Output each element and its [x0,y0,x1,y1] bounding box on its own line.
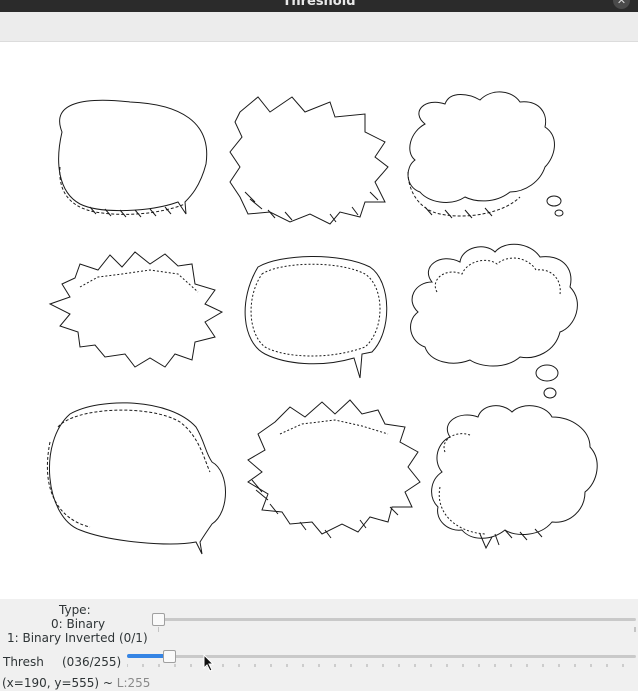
speech-bubble-spiky-3 [247,399,421,539]
speech-bubble-oval-2 [244,256,388,379]
type-slider-handle[interactable] [152,613,165,626]
image-canvas[interactable] [0,42,638,599]
status-bar: (x=190, y=555) ~ L:255 [2,676,150,690]
thresh-value-readout: (036/255) [62,655,122,669]
toolbar [0,12,638,42]
speech-bubble-spiky-1 [229,96,389,225]
threshold-image [46,91,598,555]
thresh-label: Thresh [3,655,44,669]
type-label: Type: [59,603,91,617]
thresh-slider-handle[interactable] [162,650,176,663]
speech-bubble-oval-1 [58,99,208,218]
cursor-arrow-icon [203,654,215,672]
speech-bubble-spiky-2 [48,251,224,368]
status-luminance: L:255 [116,676,151,690]
type-slider-ticks [158,627,636,632]
close-icon: ✕ [616,0,627,7]
type-option-binary-inverted: 1: Binary Inverted (0/1) [7,631,148,645]
type-slider[interactable] [152,611,636,635]
thought-bubble-3 [431,405,598,550]
type-option-binary: 0: Binary [51,617,106,631]
thought-bubble-1 [407,91,564,219]
speech-bubble-oval-3 [46,402,226,555]
thought-bubble-2 [410,243,578,399]
type-slider-track [158,618,636,621]
window-title: Threshold [282,0,356,9]
title-bar: Threshold ✕ [0,0,638,12]
status-coordinates: (x=190, y=555) ~ [2,676,117,690]
